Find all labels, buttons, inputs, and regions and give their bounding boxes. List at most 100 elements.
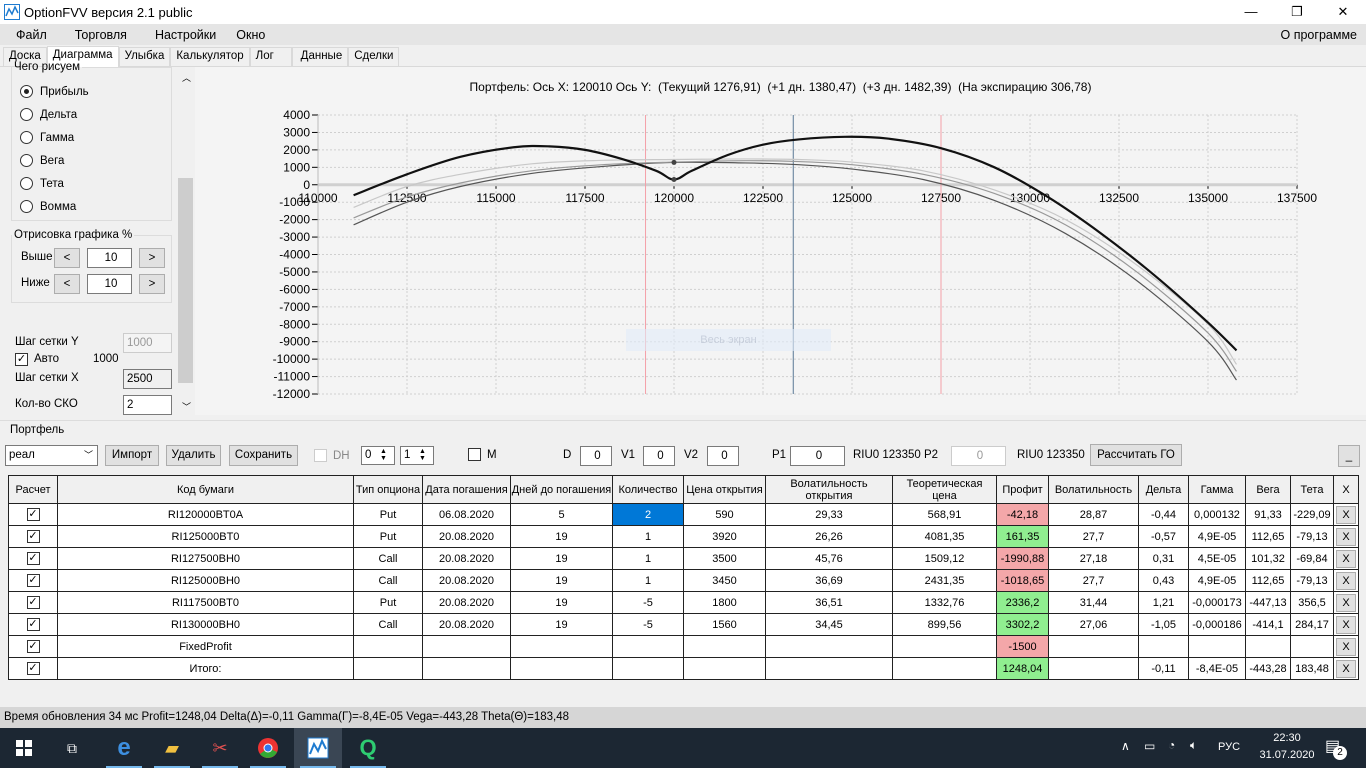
menu-about[interactable]: О программе [1271,28,1366,42]
table-cell[interactable]: 2431,35 [892,569,997,592]
table-cell[interactable]: 27,06 [1048,613,1139,636]
calc-checkbox[interactable]: ✓ [26,662,40,675]
auto-checkbox[interactable]: ✓ [15,353,28,366]
import-button[interactable]: Импорт [105,445,159,466]
column-header[interactable]: Цена открытия [683,475,766,504]
menu-trade[interactable]: Торговля [57,28,137,42]
clock-date[interactable]: 31.07.2020 [1257,749,1317,761]
calc-checkbox[interactable]: ✓ [26,574,40,587]
column-header[interactable]: Тета [1290,475,1334,504]
p1-input[interactable]: 0 [790,446,845,466]
table-cell[interactable] [765,635,893,658]
table-cell[interactable]: 899,56 [892,613,997,636]
below-input[interactable]: 10 [87,274,132,294]
table-cell[interactable]: 112,65 [1245,569,1291,592]
table-cell[interactable]: 19 [510,613,613,636]
table-cell[interactable]: -42,18 [996,503,1049,526]
table-cell[interactable]: -229,09 [1290,503,1334,526]
table-cell[interactable]: -5 [612,613,684,636]
table-cell[interactable]: 26,26 [765,525,893,548]
table-cell[interactable]: 27,18 [1048,547,1139,570]
column-header[interactable]: Волатильность [1048,475,1139,504]
table-cell[interactable]: 590 [683,503,766,526]
table-cell[interactable]: 19 [510,525,613,548]
table-cell[interactable]: RI125000BH0 [57,569,354,592]
column-header[interactable]: Код бумаги [57,475,354,504]
volume-muted-icon[interactable]: 🔈︎ [1190,738,1197,753]
table-cell[interactable]: 28,87 [1048,503,1139,526]
fullscreen-button[interactable]: Весь экран [626,329,831,351]
table-cell[interactable] [683,635,766,658]
table-cell[interactable]: 568,91 [892,503,997,526]
table-cell[interactable]: 2 [612,503,684,526]
table-cell[interactable]: 161,35 [996,525,1049,548]
minimize-portfolio-button[interactable]: _ [1338,445,1360,467]
table-cell[interactable]: -1500 [996,635,1049,658]
radio-vomma[interactable]: Вомма [20,200,76,213]
save-button[interactable]: Сохранить [229,445,298,466]
remove-row-button[interactable]: X [1336,571,1356,590]
calc-checkbox-cell[interactable]: ✓ [8,503,58,526]
calc-checkbox[interactable]: ✓ [26,508,40,521]
task-view-icon[interactable]: ⧉ [48,728,96,768]
table-cell[interactable]: Call [353,613,423,636]
close-button[interactable]: ✕ [1320,0,1366,24]
table-cell[interactable]: RI117500BT0 [57,591,354,614]
minimize-button[interactable]: — [1228,0,1274,24]
radio-theta[interactable]: Тета [20,177,64,190]
below-decrease-button[interactable]: < [54,274,80,294]
tray-chevron-icon[interactable]: ∧ [1121,739,1130,753]
table-cell[interactable] [510,635,613,658]
wifi-icon[interactable]: ◔ [1168,738,1175,752]
table-cell[interactable]: 4,9E-05 [1188,569,1246,592]
below-increase-button[interactable]: > [139,274,165,294]
column-header[interactable]: Вега [1245,475,1291,504]
table-cell[interactable]: 20.08.2020 [422,613,511,636]
grid-x-input[interactable]: 2500 [123,369,172,389]
spin-input-1[interactable]: 0 [361,446,395,465]
remove-row-button[interactable]: X [1336,549,1356,568]
table-cell[interactable]: 3920 [683,525,766,548]
table-cell[interactable]: 356,5 [1290,591,1334,614]
table-row[interactable]: ✓ RI127500BH0 Call 20.08.2020 19 1 3500 45,76 15… [8,547,1359,570]
calc-checkbox-cell[interactable]: ✓ [8,591,58,614]
table-cell[interactable]: 1 [612,569,684,592]
calc-checkbox[interactable]: ✓ [26,596,40,609]
table-cell[interactable]: 20.08.2020 [422,591,511,614]
tab-log[interactable]: Лог [249,47,292,66]
dh-checkbox[interactable] [314,449,327,462]
table-row[interactable]: ✓ FixedProfit -1500 X [8,635,1359,658]
column-header[interactable]: Дата погашения [422,475,511,504]
table-cell[interactable]: 1 [612,525,684,548]
calc-checkbox[interactable]: ✓ [26,530,40,543]
grid-y-input[interactable]: 1000 [123,333,172,353]
above-input[interactable]: 10 [87,248,132,268]
table-cell[interactable] [510,657,613,680]
table-cell[interactable]: Put [353,503,423,526]
column-header[interactable]: X [1333,475,1359,504]
table-cell[interactable]: 36,51 [765,591,893,614]
sko-input[interactable]: 2 [123,395,172,415]
table-cell[interactable] [422,657,511,680]
table-cell[interactable]: 1248,04 [996,657,1049,680]
radio-profit[interactable]: Прибыль [20,85,89,98]
column-header[interactable]: Гамма [1188,475,1246,504]
table-cell[interactable]: 2336,2 [996,591,1049,614]
table-cell[interactable]: 27,7 [1048,569,1139,592]
table-cell[interactable]: 1 [612,547,684,570]
table-cell[interactable]: -1,05 [1138,613,1189,636]
clock-time[interactable]: 22:30 [1262,732,1312,744]
table-cell[interactable]: -0,000186 [1188,613,1246,636]
table-cell[interactable]: -443,28 [1245,657,1291,680]
table-cell[interactable]: 19 [510,591,613,614]
table-cell[interactable]: 45,76 [765,547,893,570]
table-cell[interactable]: -8,4E-05 [1188,657,1246,680]
portfolio-select[interactable]: реал ﹀ [5,445,98,466]
table-cell[interactable]: 4081,35 [892,525,997,548]
remove-row-button[interactable]: X [1336,659,1356,678]
above-increase-button[interactable]: > [139,248,165,268]
column-header[interactable]: Тип опциона [353,475,423,504]
m-checkbox[interactable] [468,448,481,461]
remove-row-button[interactable]: X [1336,593,1356,612]
column-header[interactable]: Профит [996,475,1049,504]
